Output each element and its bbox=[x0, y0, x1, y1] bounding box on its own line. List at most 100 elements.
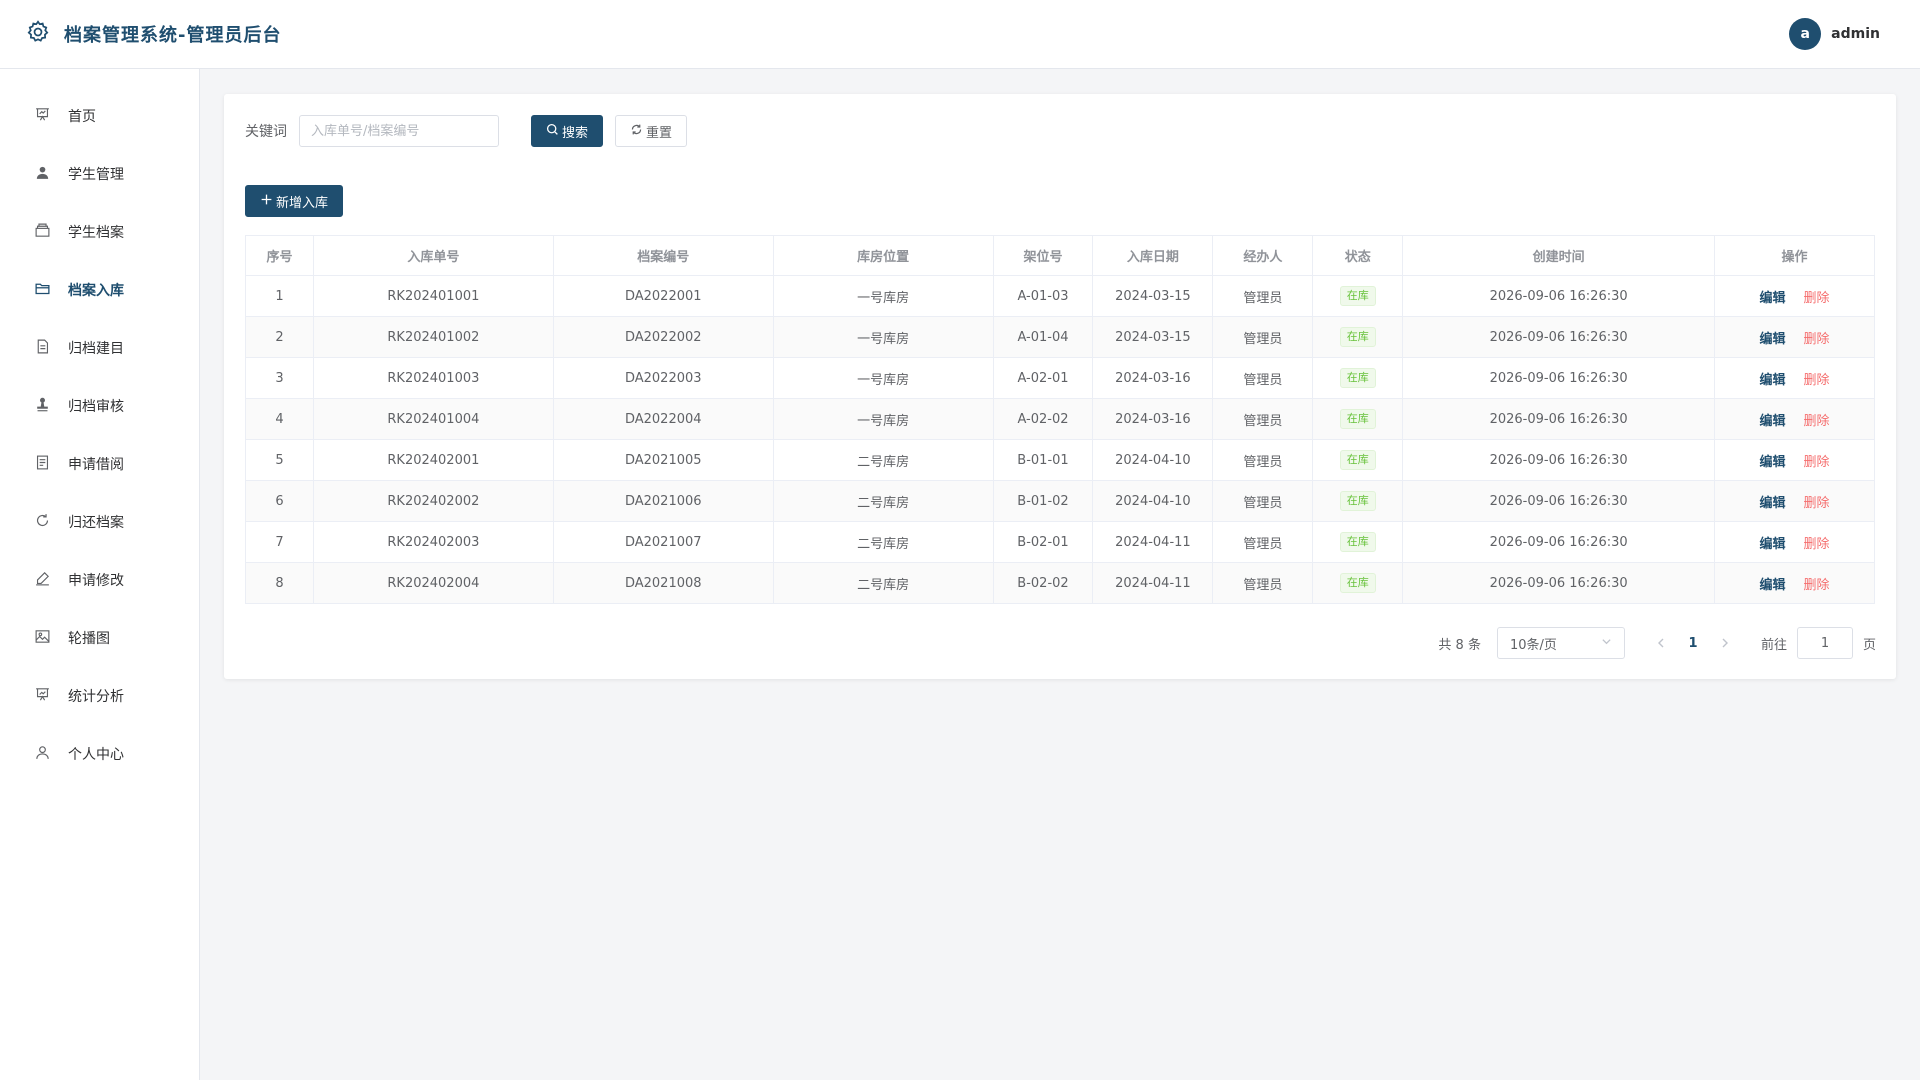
reset-button[interactable]: 重置 bbox=[615, 115, 688, 147]
delete-button[interactable]: 删除 bbox=[1804, 578, 1830, 593]
search-button[interactable]: 搜索 bbox=[531, 115, 604, 147]
edit-button[interactable]: 编辑 bbox=[1759, 537, 1785, 552]
col-archive-no: 档案编号 bbox=[553, 235, 774, 276]
cell-location: 二号库房 bbox=[773, 562, 994, 604]
delete-button[interactable]: 删除 bbox=[1804, 332, 1830, 347]
current-page[interactable]: 1 bbox=[1683, 636, 1703, 651]
cell-created: 2026-09-06 16:26:30 bbox=[1402, 357, 1716, 399]
top-header: 档案管理系统-管理员后台 a admin bbox=[0, 0, 1920, 69]
table-row: 8 RK202402004 DA2021008 二号库房 B-02-02 2024-04-… bbox=[245, 562, 1875, 604]
cell-actions: 编辑 删除 bbox=[1714, 316, 1875, 358]
add-inbound-button[interactable]: 新增入库 bbox=[245, 185, 344, 217]
cell-archive-no: DA2022003 bbox=[553, 357, 774, 399]
sidebar-item-label: 首页 bbox=[68, 109, 96, 125]
delete-button[interactable]: 删除 bbox=[1804, 537, 1830, 552]
sidebar-item-label: 申请修改 bbox=[68, 573, 124, 589]
cell-created: 2026-09-06 16:26:30 bbox=[1402, 275, 1716, 317]
edit-button[interactable]: 编辑 bbox=[1759, 414, 1785, 429]
cell-created: 2026-09-06 16:26:30 bbox=[1402, 439, 1716, 481]
goto-label: 前往 bbox=[1760, 637, 1787, 653]
goto-page-input[interactable] bbox=[1796, 627, 1853, 659]
cell-shelf: B-02-02 bbox=[993, 562, 1094, 604]
col-date: 入库日期 bbox=[1092, 235, 1214, 276]
sidebar-item-borrow-request[interactable]: 申请借阅 bbox=[0, 435, 199, 493]
user-menu[interactable]: a admin bbox=[1789, 18, 1880, 50]
pagination: 共 8 条 10条/页 1 前往 页 bbox=[1438, 627, 1876, 659]
cell-inbound-no: RK202402003 bbox=[313, 521, 554, 563]
cell-index: 8 bbox=[245, 562, 314, 604]
delete-button[interactable]: 删除 bbox=[1804, 414, 1830, 429]
status-badge: 在库 bbox=[1339, 327, 1376, 347]
cell-index: 4 bbox=[245, 398, 314, 440]
sidebar-item-archive-catalog[interactable]: 归档建目 bbox=[0, 319, 199, 377]
cell-location: 一号库房 bbox=[773, 316, 994, 358]
cell-handler: 管理员 bbox=[1212, 357, 1314, 399]
cell-date: 2024-04-10 bbox=[1092, 480, 1214, 522]
cell-inbound-no: RK202401002 bbox=[313, 316, 554, 358]
cell-shelf: A-02-02 bbox=[993, 398, 1094, 440]
cell-handler: 管理员 bbox=[1212, 275, 1314, 317]
cell-handler: 管理员 bbox=[1212, 439, 1314, 481]
col-index: 序号 bbox=[245, 235, 314, 276]
edit-button[interactable]: 编辑 bbox=[1759, 455, 1785, 470]
cell-status: 在库 bbox=[1312, 521, 1404, 563]
username[interactable]: admin bbox=[1831, 26, 1880, 42]
avatar[interactable]: a bbox=[1789, 18, 1822, 50]
app-title: 档案管理系统-管理员后台 bbox=[64, 25, 282, 46]
sidebar-item-archive-inbound[interactable]: 档案入库 bbox=[0, 261, 199, 319]
col-handler: 经办人 bbox=[1212, 235, 1314, 276]
refresh-icon bbox=[630, 123, 646, 140]
sidebar-item-carousel[interactable]: 轮播图 bbox=[0, 609, 199, 667]
cell-shelf: B-01-02 bbox=[993, 480, 1094, 522]
page-size-value: 10条/页 bbox=[1509, 637, 1557, 653]
cell-archive-no: DA2022002 bbox=[553, 316, 774, 358]
sidebar-item-home[interactable]: 首页 bbox=[0, 87, 199, 145]
delete-button[interactable]: 删除 bbox=[1804, 455, 1830, 470]
cell-actions: 编辑 删除 bbox=[1714, 275, 1875, 317]
cell-location: 一号库房 bbox=[773, 398, 994, 440]
cell-actions: 编辑 删除 bbox=[1714, 398, 1875, 440]
cell-date: 2024-03-15 bbox=[1092, 316, 1214, 358]
sidebar-item-student-management[interactable]: 学生管理 bbox=[0, 145, 199, 203]
sidebar-item-archive-review[interactable]: 归档审核 bbox=[0, 377, 199, 435]
page-size-select[interactable]: 10条/页 bbox=[1496, 627, 1625, 659]
sidebar-item-return-archive[interactable]: 归还档案 bbox=[0, 493, 199, 551]
sidebar-item-label: 归还档案 bbox=[68, 515, 124, 531]
page-unit-label: 页 bbox=[1862, 637, 1876, 653]
cell-shelf: A-01-03 bbox=[993, 275, 1094, 317]
status-badge: 在库 bbox=[1339, 286, 1376, 306]
sidebar-item-statistics[interactable]: 统计分析 bbox=[0, 667, 199, 725]
stamp-icon bbox=[34, 396, 51, 417]
delete-button[interactable]: 删除 bbox=[1804, 373, 1830, 388]
col-shelf: 架位号 bbox=[993, 235, 1094, 276]
cell-shelf: A-01-04 bbox=[993, 316, 1094, 358]
next-page-button[interactable] bbox=[1713, 631, 1737, 655]
sidebar-item-modify-request[interactable]: 申请修改 bbox=[0, 551, 199, 609]
table-row: 4 RK202401004 DA2022004 一号库房 A-02-02 2024-03-… bbox=[245, 398, 1875, 440]
sidebar-item-profile[interactable]: 个人中心 bbox=[0, 725, 199, 783]
delete-button[interactable]: 删除 bbox=[1804, 291, 1830, 306]
sidebar-item-student-archives[interactable]: 学生档案 bbox=[0, 203, 199, 261]
cell-date: 2024-04-11 bbox=[1092, 562, 1214, 604]
edit-button[interactable]: 编辑 bbox=[1759, 578, 1785, 593]
cell-index: 7 bbox=[245, 521, 314, 563]
edit-button[interactable]: 编辑 bbox=[1759, 291, 1785, 306]
cell-inbound-no: RK202401004 bbox=[313, 398, 554, 440]
delete-button[interactable]: 删除 bbox=[1804, 496, 1830, 511]
cell-inbound-no: RK202402004 bbox=[313, 562, 554, 604]
edit-button[interactable]: 编辑 bbox=[1759, 496, 1785, 511]
edit-button[interactable]: 编辑 bbox=[1759, 373, 1785, 388]
prev-page-button[interactable] bbox=[1649, 631, 1673, 655]
col-status: 状态 bbox=[1312, 235, 1404, 276]
keyword-input[interactable] bbox=[299, 115, 499, 147]
cell-inbound-no: RK202402001 bbox=[313, 439, 554, 481]
cell-index: 1 bbox=[245, 275, 314, 317]
cell-status: 在库 bbox=[1312, 316, 1404, 358]
search-bar: 关键词 搜索 重置 bbox=[245, 115, 1875, 147]
user-icon bbox=[34, 164, 51, 185]
cell-index: 6 bbox=[245, 480, 314, 522]
cell-handler: 管理员 bbox=[1212, 398, 1314, 440]
table-row: 7 RK202402003 DA2021007 二号库房 B-02-01 2024-04-… bbox=[245, 521, 1875, 563]
cell-created: 2026-09-06 16:26:30 bbox=[1402, 480, 1716, 522]
edit-button[interactable]: 编辑 bbox=[1759, 332, 1785, 347]
